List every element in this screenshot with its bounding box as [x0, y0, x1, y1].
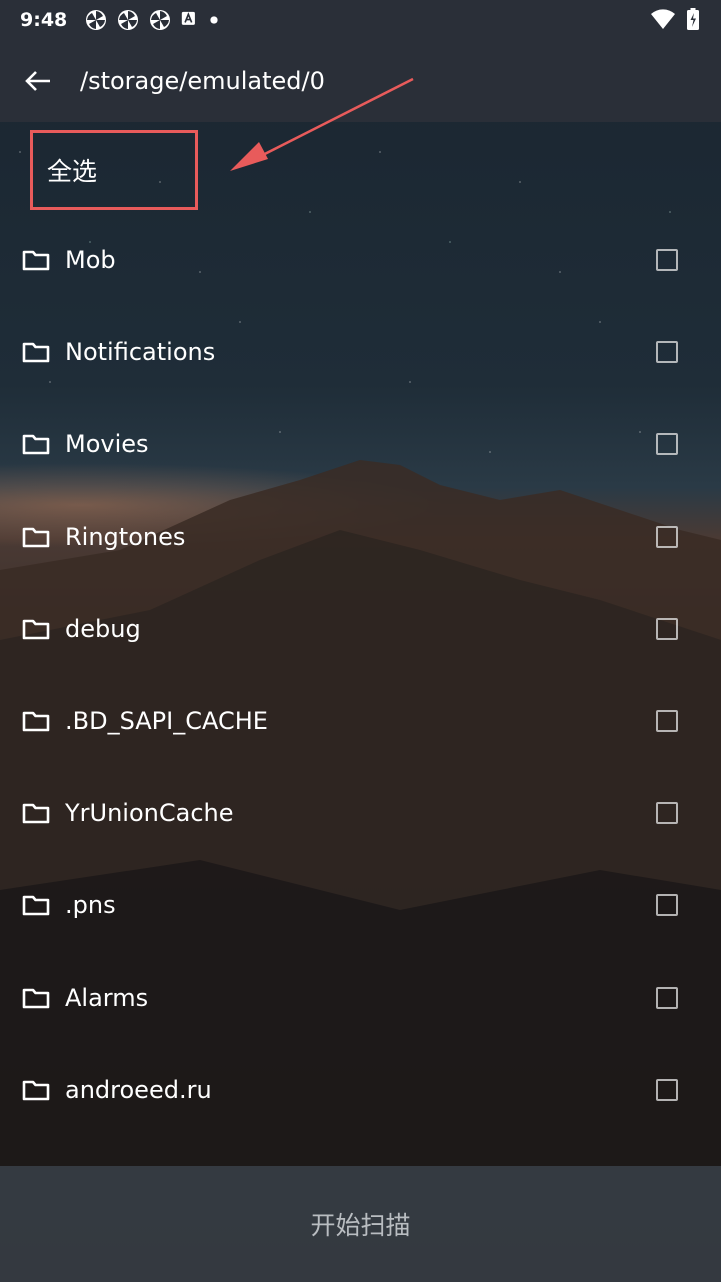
folder-row[interactable]: Movies	[0, 398, 721, 490]
folder-checkbox[interactable]	[656, 525, 678, 548]
folder-name: Notifications	[65, 338, 216, 367]
folder-name: Movies	[65, 430, 149, 459]
folder-checkbox[interactable]	[656, 710, 678, 733]
folder-row[interactable]: androeed.ru	[0, 1044, 721, 1136]
battery-icon	[687, 8, 699, 30]
folder-name: .pns	[65, 891, 116, 920]
pinwheel-icon	[118, 10, 139, 30]
folder-icon	[22, 988, 50, 1008]
folder-icon	[22, 896, 50, 916]
folder-name: Mob	[65, 246, 116, 275]
start-scan-button[interactable]: 开始扫描	[0, 1166, 721, 1282]
folder-icon	[22, 527, 50, 547]
folder-checkbox[interactable]	[656, 433, 678, 456]
status-bar: 9:48	[0, 0, 721, 40]
folder-name: Ringtones	[65, 522, 186, 551]
back-button[interactable]	[20, 63, 56, 99]
folder-row[interactable]: YrUnionCache	[0, 767, 721, 859]
status-time: 9:48	[20, 9, 68, 31]
folder-icon	[22, 803, 50, 824]
pinwheel-icon	[86, 10, 107, 30]
notification-icons	[85, 9, 219, 31]
folder-name: androeed.ru	[65, 1075, 212, 1104]
folder-list: Mob Notifications Movies Ringtones debug .BD_…	[0, 214, 721, 1136]
a-icon	[182, 11, 196, 25]
folder-checkbox[interactable]	[656, 341, 678, 364]
start-scan-label: 开始扫描	[310, 1211, 411, 1240]
folder-icon	[22, 250, 50, 271]
folder-checkbox[interactable]	[656, 617, 678, 640]
folder-icon	[22, 1080, 50, 1101]
folder-row[interactable]: debug	[0, 583, 721, 675]
select-all-label: 全选	[47, 157, 98, 186]
folder-row[interactable]: .pns	[0, 859, 721, 951]
folder-name: Alarms	[65, 983, 149, 1012]
folder-checkbox[interactable]	[656, 1078, 678, 1101]
folder-name: YrUnionCache	[65, 799, 234, 828]
status-right	[651, 8, 699, 30]
folder-row[interactable]: Notifications	[0, 306, 721, 398]
dot-icon	[210, 16, 218, 24]
folder-checkbox[interactable]	[656, 249, 678, 272]
folder-icon	[22, 711, 50, 732]
folder-row[interactable]: Ringtones	[0, 491, 721, 583]
folder-row[interactable]: Mob	[0, 214, 721, 306]
folder-checkbox[interactable]	[656, 894, 678, 917]
folder-icon	[22, 435, 50, 455]
folder-name: .BD_SAPI_CACHE	[65, 707, 268, 736]
folder-icon	[22, 619, 50, 640]
wifi-icon	[651, 9, 675, 29]
folder-row[interactable]: Alarms	[0, 952, 721, 1044]
folder-icon	[22, 342, 50, 363]
folder-checkbox[interactable]	[656, 986, 678, 1009]
folder-row[interactable]: .BD_SAPI_CACHE	[0, 675, 721, 767]
select-all-button[interactable]: 全选	[30, 130, 198, 210]
annotation-arrow	[230, 77, 414, 171]
folder-checkbox[interactable]	[656, 802, 678, 825]
folder-name: debug	[65, 614, 141, 643]
pinwheel-icon	[150, 10, 171, 30]
arrow-left-icon	[25, 71, 50, 91]
